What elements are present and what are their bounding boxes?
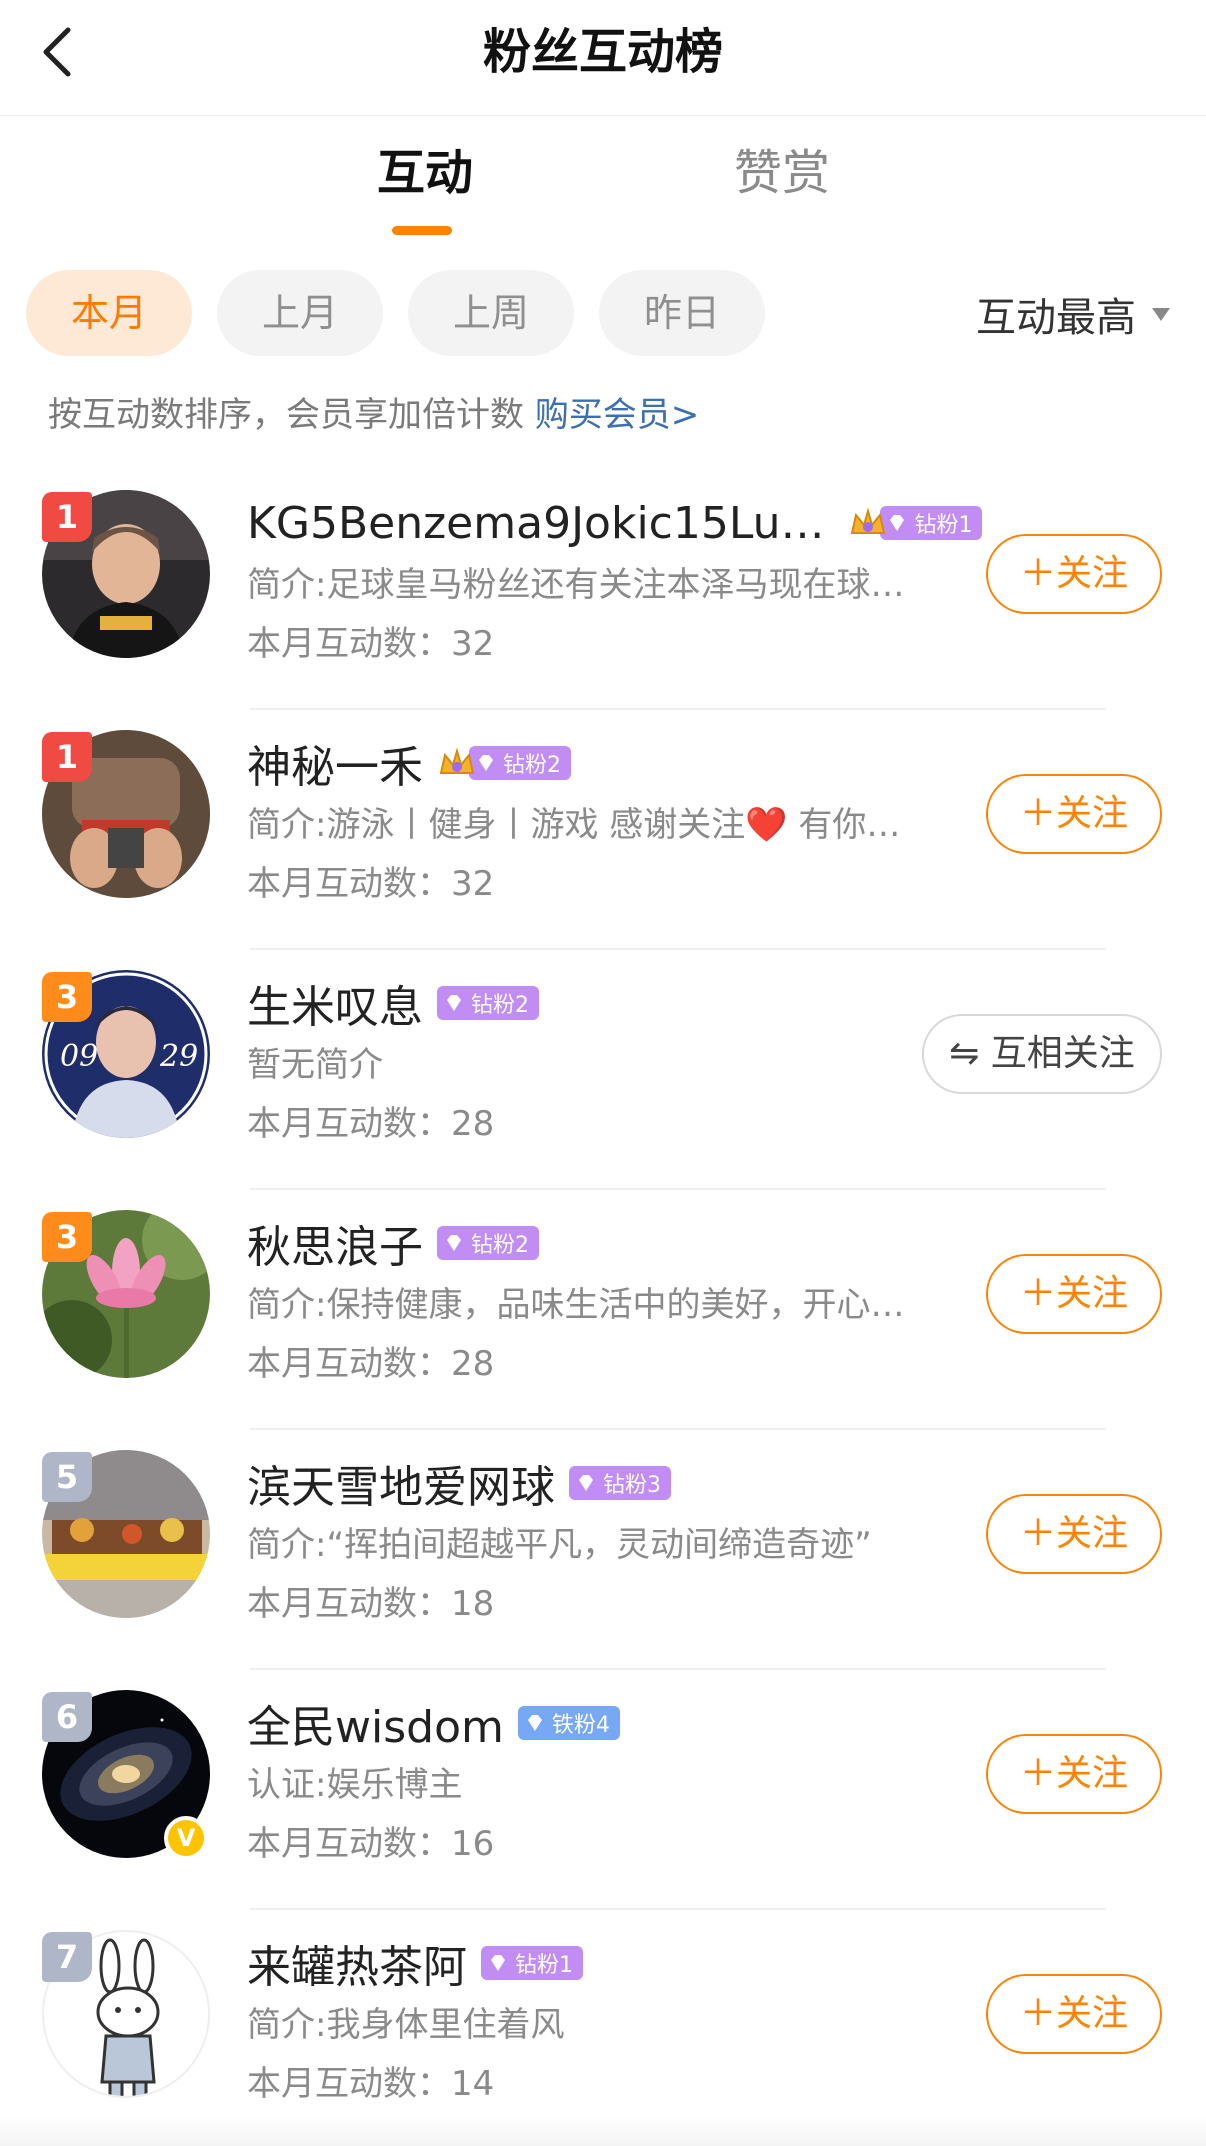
user-info: 神秘一禾 钻粉2 简介:游泳丨健身丨游戏 感谢关注❤️ 有你… 本月互动数：32 (247, 730, 947, 914)
list-item[interactable]: 09 29 3 生米叹息 钻粉2 暂无简介 本月互动数：28 ⇋ 互相关注 (0, 950, 1206, 1190)
crown-icon (848, 503, 888, 543)
filter-this-month[interactable]: 本月 (26, 270, 192, 356)
diamond-icon (443, 992, 465, 1014)
filter-last-week[interactable]: 上周 (408, 270, 574, 356)
list-item[interactable]: 1 神秘一禾 钻粉2 简介:游泳丨健身丨游戏 感谢关注❤️ 有你… 本月互动数：… (0, 710, 1206, 950)
username[interactable]: 神秘一禾 (247, 731, 423, 795)
user-bio: 简介:保持健康，品味生活中的美好，开心… (247, 1285, 905, 1325)
username[interactable]: 生米叹息 (247, 971, 423, 1035)
mutual-follow-button[interactable]: ⇋ 互相关注 (922, 1014, 1162, 1094)
tab-interaction[interactable]: 互动 (377, 140, 473, 206)
ranking-notice: 按互动数排序，会员享加倍计数 购买会员> (48, 390, 699, 440)
buy-membership-link[interactable]: 购买会员> (535, 395, 700, 435)
fan-level-label: 钻粉2 (503, 753, 561, 778)
username[interactable]: 来罐热茶阿 (247, 1931, 467, 1995)
sort-dropdown[interactable]: 互动最高 (976, 284, 1170, 344)
list-item[interactable]: 6 V 全民wisdom 铁粉4 认证:娱乐博主 本月互动数：16 ＋关注 (0, 1670, 1206, 1910)
interaction-count: 本月互动数：32 (247, 864, 495, 904)
list-item[interactable]: 5 滨天雪地爱网球 钻粉3 简介:“挥拍间超越平凡，灵动间缔造奇迹” 本月互动数… (0, 1430, 1206, 1670)
interaction-count: 本月互动数：28 (247, 1104, 495, 1144)
diamond-icon (475, 752, 497, 774)
rank-badge: 6 (42, 1692, 92, 1742)
rank-badge: 1 (42, 492, 92, 542)
username[interactable]: 秋思浪子 (247, 1211, 423, 1275)
crown-icon (437, 743, 477, 783)
interaction-count: 本月互动数：28 (247, 1344, 495, 1384)
follow-button[interactable]: ＋关注 (986, 1974, 1162, 2054)
username[interactable]: 全民wisdom (247, 1691, 504, 1755)
user-bio: 简介:游泳丨健身丨游戏 感谢关注❤️ 有你… (247, 805, 901, 845)
fan-level-badge: 钻粉2 (437, 1226, 539, 1260)
filter-last-month[interactable]: 上月 (217, 270, 383, 356)
tab-reward[interactable]: 赞赏 (734, 140, 830, 206)
user-bio: 简介:我身体里住着风 (247, 2005, 565, 2045)
fan-level-badge: 钻粉1 (481, 1946, 583, 1980)
user-info: 全民wisdom 铁粉4 认证:娱乐博主 本月互动数：16 (247, 1690, 947, 1874)
user-bio: 暂无简介 (247, 1045, 383, 1085)
fan-level-badge: 铁粉4 (517, 1706, 620, 1740)
fan-level-label: 钻粉3 (603, 1473, 661, 1498)
username[interactable]: 滨天雪地爱网球 (247, 1451, 555, 1515)
interaction-count: 本月互动数：18 (247, 1584, 495, 1624)
interaction-count: 本月互动数：32 (247, 624, 495, 664)
svg-text:29: 29 (159, 1039, 198, 1074)
period-filter-bar: 本月 上月 上周 昨日 互动最高 (0, 270, 1206, 356)
follow-button[interactable]: ＋关注 (986, 1734, 1162, 1814)
fan-level-badge: 钻粉2 (437, 986, 539, 1020)
svg-text:09: 09 (60, 1039, 98, 1074)
diamond-icon (886, 512, 908, 534)
follow-button[interactable]: ＋关注 (986, 774, 1162, 854)
user-info: 秋思浪子 钻粉2 简介:保持健康，品味生活中的美好，开心… 本月互动数：28 (247, 1210, 947, 1394)
fan-level-badge: 钻粉3 (569, 1466, 671, 1500)
rank-badge: 7 (42, 1932, 92, 1982)
fan-level-badge: 钻粉2 (469, 746, 571, 780)
fan-level-label: 钻粉1 (515, 1953, 573, 1978)
rank-badge: 1 (42, 732, 92, 782)
list-item[interactable]: 1 KG5Benzema9Jokic15Lu… 钻粉1 简介:足球皇马粉丝还有关… (0, 470, 1206, 710)
bottom-fade (0, 2116, 1206, 2146)
diamond-icon (487, 1952, 509, 1974)
fan-list: 1 KG5Benzema9Jokic15Lu… 钻粉1 简介:足球皇马粉丝还有关… (0, 470, 1206, 2146)
interaction-count: 本月互动数：14 (247, 2064, 495, 2104)
follow-button[interactable]: ＋关注 (986, 1254, 1162, 1334)
list-item[interactable]: 3 秋思浪子 钻粉2 简介:保持健康，品味生活中的美好，开心… 本月互动数：28… (0, 1190, 1206, 1430)
user-info: 滨天雪地爱网球 钻粉3 简介:“挥拍间超越平凡，灵动间缔造奇迹” 本月互动数：1… (247, 1450, 947, 1634)
username[interactable]: KG5Benzema9Jokic15Lu… (247, 498, 824, 549)
sort-label: 互动最高 (976, 295, 1136, 341)
caret-down-icon (1152, 307, 1170, 321)
rank-badge: 5 (42, 1452, 92, 1502)
page-title: 粉丝互动榜 (482, 24, 723, 80)
fan-level-label: 铁粉4 (551, 1713, 610, 1738)
top-bar: 粉丝互动榜 (0, 0, 1206, 116)
rank-badge: 3 (42, 972, 92, 1022)
notice-text: 按互动数排序，会员享加倍计数 (48, 395, 524, 435)
filter-yesterday[interactable]: 昨日 (599, 270, 765, 356)
tab-bar: 互动 赞赏 (0, 130, 1206, 240)
user-info: KG5Benzema9Jokic15Lu… 钻粉1 简介:足球皇马粉丝还有关注本… (247, 490, 983, 674)
fan-level-label: 钻粉2 (471, 993, 529, 1018)
fan-level-badge: 钻粉1 (880, 506, 983, 540)
user-bio: 认证:娱乐博主 (247, 1765, 463, 1805)
user-info: 生米叹息 钻粉2 暂无简介 本月互动数：28 (247, 970, 947, 1154)
user-bio: 简介:足球皇马粉丝还有关注本泽马现在球… (247, 565, 905, 605)
list-item[interactable]: 7 来罐热茶阿 钻粉1 简介:我身体里住着风 本月互动数：14 ＋关注 (0, 1910, 1206, 2146)
rank-badge: 3 (42, 1212, 92, 1262)
user-info: 来罐热茶阿 钻粉1 简介:我身体里住着风 本月互动数：14 (247, 1930, 947, 2114)
diamond-icon (575, 1472, 597, 1494)
follow-button[interactable]: ＋关注 (986, 534, 1162, 614)
follow-button[interactable]: ＋关注 (986, 1494, 1162, 1574)
diamond-icon (443, 1232, 465, 1254)
fan-level-label: 钻粉2 (471, 1233, 529, 1258)
user-bio: 简介:“挥拍间超越平凡，灵动间缔造奇迹” (247, 1525, 872, 1565)
diamond-icon (524, 1712, 546, 1734)
fan-level-label: 钻粉1 (914, 513, 973, 538)
active-tab-indicator (392, 226, 452, 235)
verified-icon: V (164, 1816, 208, 1860)
interaction-count: 本月互动数：16 (247, 1824, 495, 1864)
